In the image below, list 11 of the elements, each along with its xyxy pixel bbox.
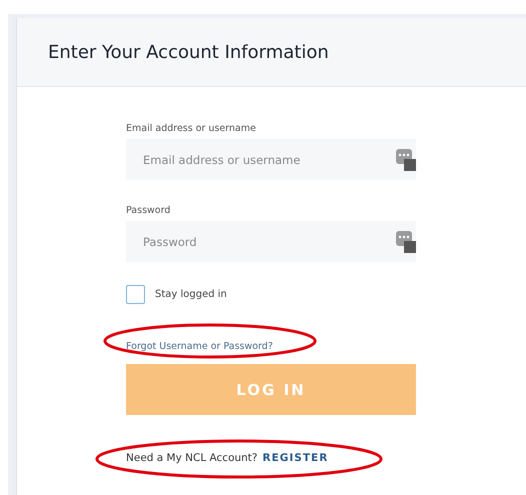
checkbox[interactable] xyxy=(126,285,145,304)
input-field[interactable]: Email address or username xyxy=(126,139,416,180)
field-label: Email address or username xyxy=(126,123,257,134)
input-field[interactable]: Password xyxy=(126,221,416,262)
password-manager-icon[interactable] xyxy=(396,231,416,253)
card-title: Enter Your Account Information xyxy=(48,42,329,62)
register-link[interactable]: REGISTER xyxy=(262,452,328,464)
checkbox-label: Stay logged in xyxy=(155,289,227,300)
field-label: Password xyxy=(126,205,172,216)
password-manager-icon[interactable] xyxy=(396,149,416,171)
register-prompt: Need a My NCL Account? xyxy=(126,452,258,464)
